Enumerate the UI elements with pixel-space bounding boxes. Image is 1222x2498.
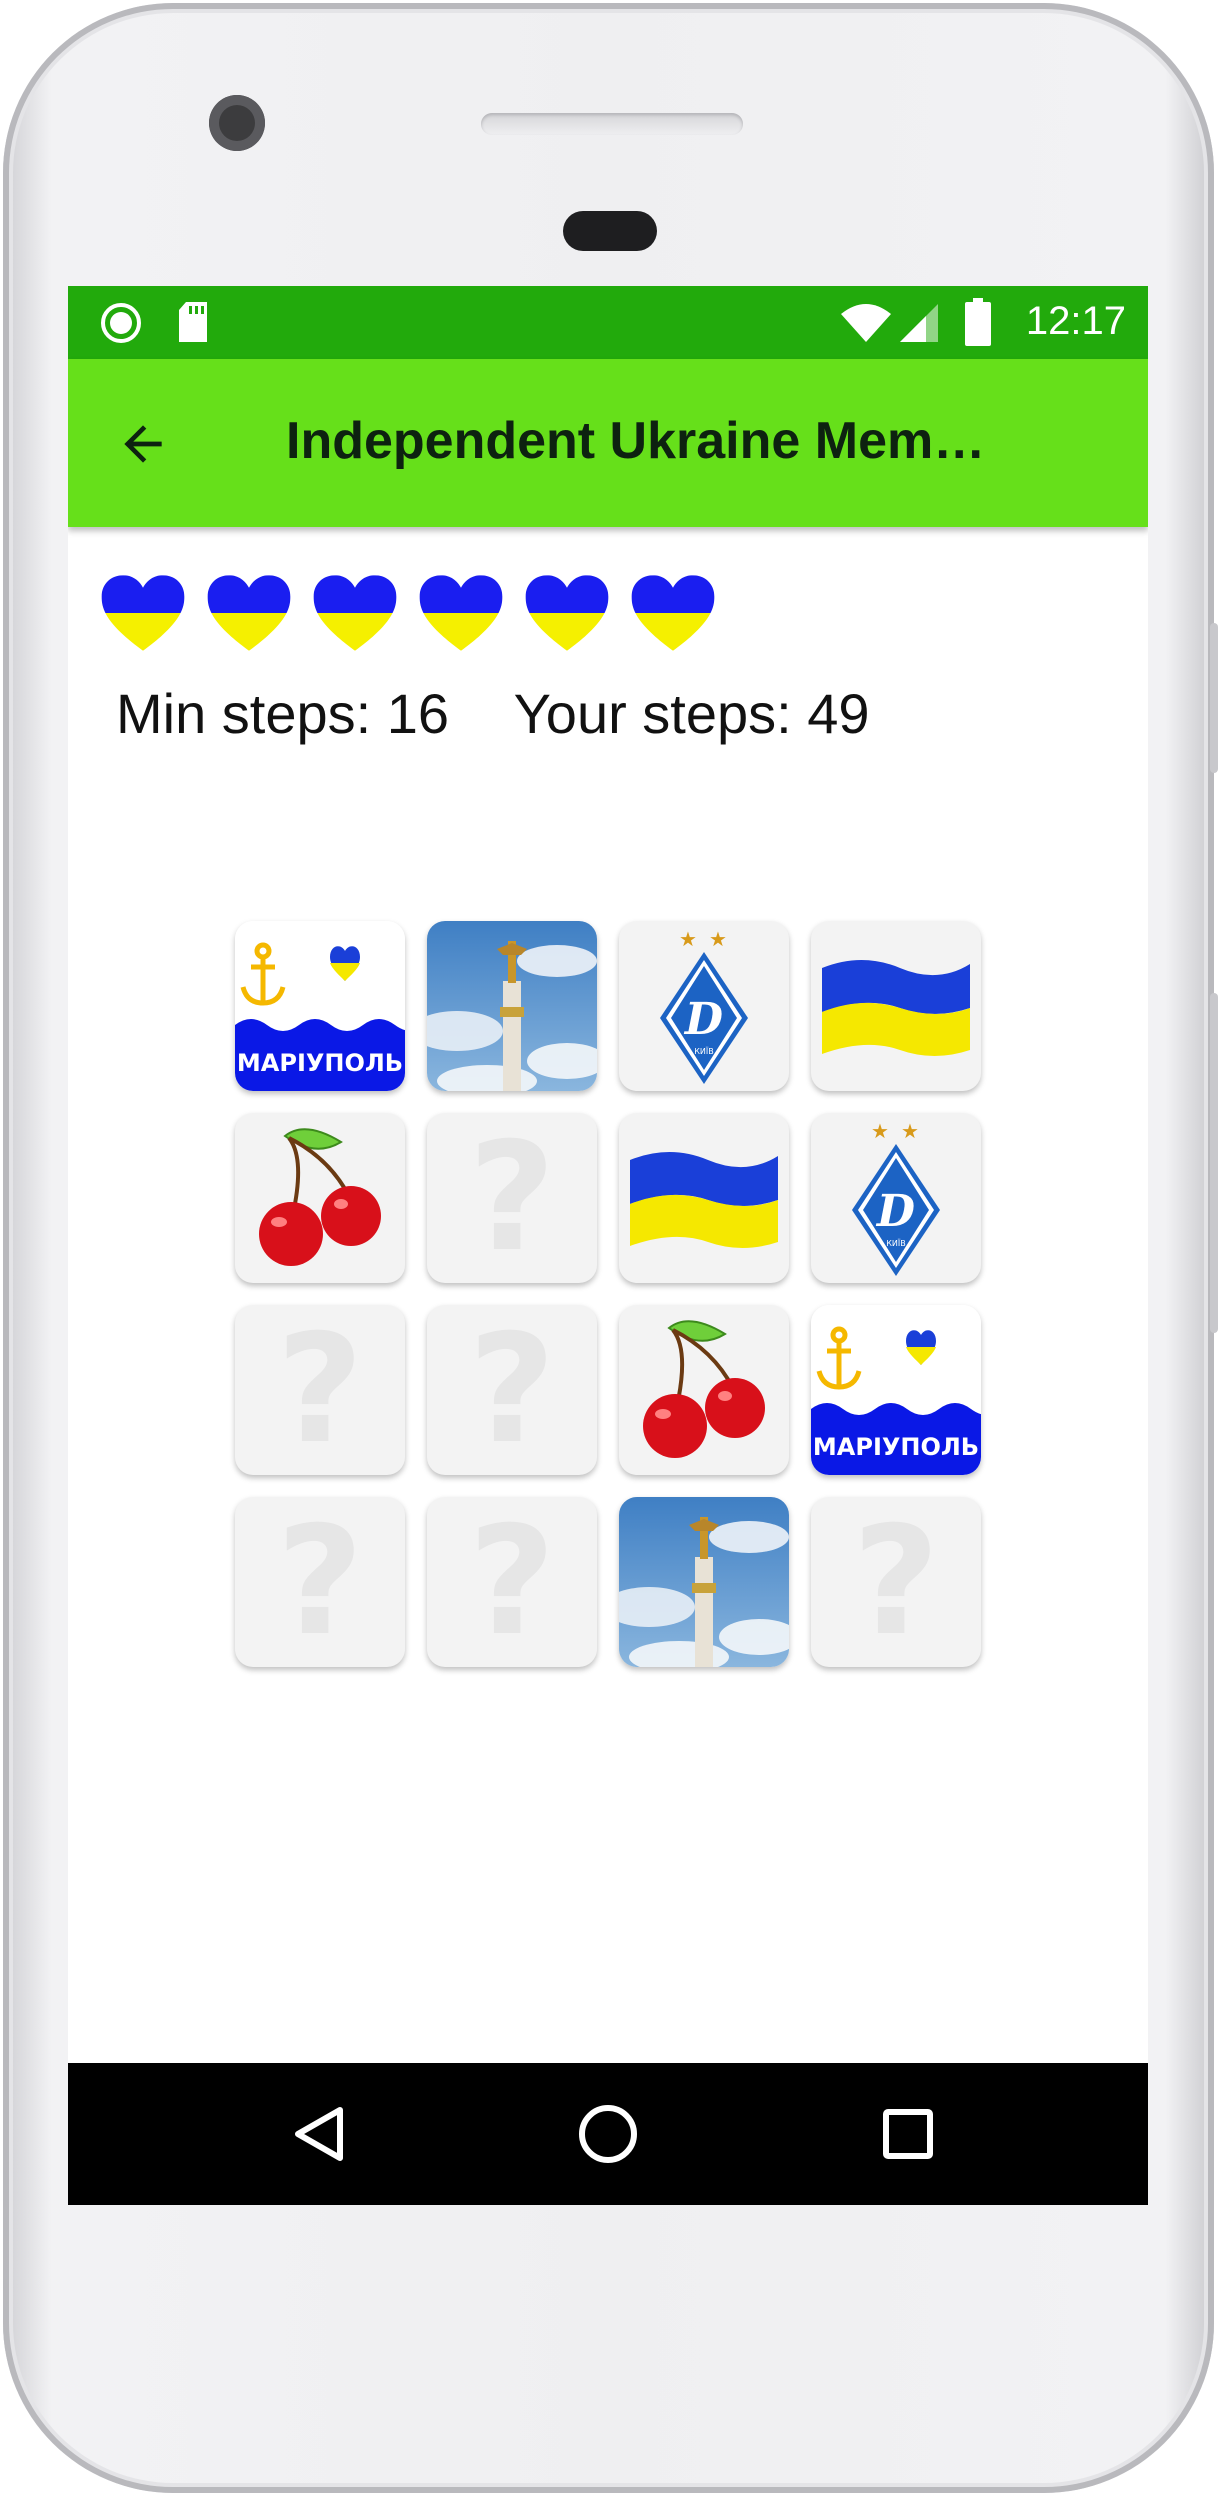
card-mariupol[interactable]: МАРІУПОЛЬ xyxy=(235,921,405,1091)
mariupol-icon: МАРІУПОЛЬ xyxy=(811,1305,981,1475)
card-hidden[interactable]: ? xyxy=(235,1305,405,1475)
life-heart-icon xyxy=(204,568,294,658)
earpiece-speaker xyxy=(481,113,743,135)
cherry-icon xyxy=(245,1118,395,1278)
question-mark-icon: ? xyxy=(468,1497,556,1667)
your-steps: Your steps: 49 xyxy=(513,682,870,745)
circle-home-icon xyxy=(579,2105,637,2163)
proximity-sensor xyxy=(563,211,657,251)
cherry-icon xyxy=(629,1310,779,1470)
back-button[interactable] xyxy=(108,409,178,479)
nav-back-button[interactable] xyxy=(281,2096,357,2172)
card-hidden[interactable]: ? xyxy=(427,1497,597,1667)
flag-icon xyxy=(624,1138,784,1258)
card-monument[interactable] xyxy=(427,921,597,1091)
status-bar: 12:17 xyxy=(68,286,1148,359)
lives-hearts xyxy=(98,568,718,658)
card-monument[interactable] xyxy=(619,1497,789,1667)
question-mark-icon: ? xyxy=(276,1305,364,1475)
sd-card-icon xyxy=(179,302,207,342)
question-mark-icon: ? xyxy=(276,1497,364,1667)
monument-icon xyxy=(427,921,597,1091)
nav-home-button[interactable] xyxy=(570,2096,646,2172)
svg-text:D: D xyxy=(875,1186,915,1237)
svg-text:КИЇВ: КИЇВ xyxy=(694,1046,714,1056)
phone-frame: 12:17 Independent Ukraine Mem… Min steps… xyxy=(3,3,1218,2493)
monument-icon xyxy=(619,1497,789,1667)
card-flag[interactable] xyxy=(619,1113,789,1283)
svg-text:КИЇВ: КИЇВ xyxy=(886,1238,906,1248)
card-hidden[interactable]: ? xyxy=(235,1497,405,1667)
triangle-back-icon xyxy=(295,2107,343,2161)
dynamo-icon: ★ ★ D КИЇВ xyxy=(644,926,764,1086)
steps-info: Min steps: 16 Your steps: 49 xyxy=(116,681,870,746)
battery-icon xyxy=(965,298,991,346)
min-steps: Min steps: 16 xyxy=(116,682,450,745)
wifi-icon xyxy=(841,304,891,342)
front-camera xyxy=(209,95,265,151)
flag-icon xyxy=(816,946,976,1066)
life-heart-icon xyxy=(416,568,506,658)
life-heart-icon xyxy=(310,568,400,658)
life-heart-icon xyxy=(522,568,612,658)
nav-recents-button[interactable] xyxy=(870,2096,946,2172)
square-recents-icon xyxy=(883,2109,933,2159)
card-mariupol[interactable]: МАРІУПОЛЬ xyxy=(811,1305,981,1475)
svg-text:МАРІУПОЛЬ: МАРІУПОЛЬ xyxy=(813,1433,979,1461)
card-hidden[interactable]: ? xyxy=(427,1305,597,1475)
question-mark-icon: ? xyxy=(852,1497,940,1667)
svg-text:★: ★ xyxy=(679,927,697,951)
svg-text:МАРІУПОЛЬ: МАРІУПОЛЬ xyxy=(237,1049,403,1077)
app-bar: Independent Ukraine Mem… xyxy=(68,359,1148,527)
card-hidden[interactable]: ? xyxy=(427,1113,597,1283)
record-icon xyxy=(101,303,141,343)
svg-text:★: ★ xyxy=(901,1119,919,1143)
card-cherry[interactable] xyxy=(235,1113,405,1283)
power-button xyxy=(1210,623,1218,773)
card-cherry[interactable] xyxy=(619,1305,789,1475)
page-title: Independent Ukraine Mem… xyxy=(286,412,986,470)
svg-text:★: ★ xyxy=(709,927,727,951)
volume-button xyxy=(1210,993,1218,1333)
arrow-back-icon xyxy=(124,425,162,463)
svg-text:D: D xyxy=(683,994,723,1045)
status-time: 12:17 xyxy=(1025,299,1126,343)
question-mark-icon: ? xyxy=(468,1305,556,1475)
life-heart-icon xyxy=(98,568,188,658)
card-hidden[interactable]: ? xyxy=(811,1497,981,1667)
card-dynamo[interactable]: ★ ★ D КИЇВ xyxy=(811,1113,981,1283)
life-heart-icon xyxy=(628,568,718,658)
card-flag[interactable] xyxy=(811,921,981,1091)
screen: 12:17 Independent Ukraine Mem… Min steps… xyxy=(68,286,1148,2205)
memory-grid: МАРІУПОЛЬ ★ ★ D КИЇВ ? ★ ★ D КИЇВ ? ? МА… xyxy=(235,921,981,1667)
card-dynamo[interactable]: ★ ★ D КИЇВ xyxy=(619,921,789,1091)
question-mark-icon: ? xyxy=(468,1113,556,1283)
dynamo-icon: ★ ★ D КИЇВ xyxy=(836,1118,956,1278)
mariupol-icon: МАРІУПОЛЬ xyxy=(235,921,405,1091)
svg-text:★: ★ xyxy=(871,1119,889,1143)
cell-signal-icon xyxy=(900,304,938,342)
navigation-bar xyxy=(68,2063,1148,2205)
